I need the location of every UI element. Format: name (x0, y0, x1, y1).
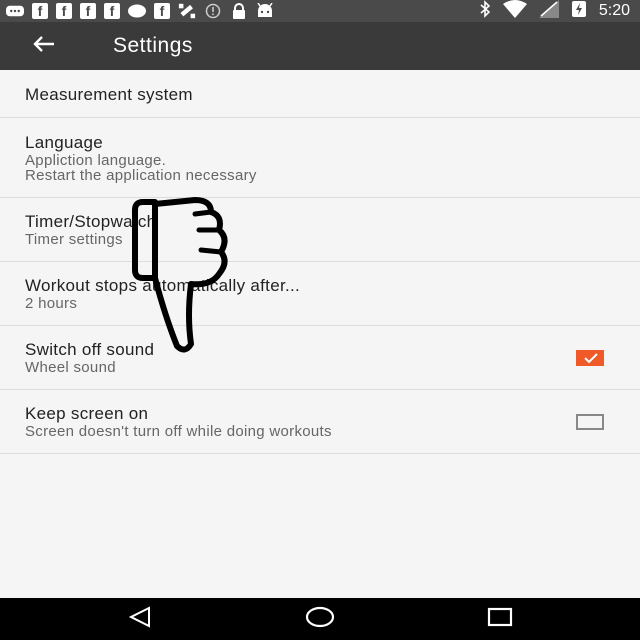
settings-item-title: Workout stops automatically after... (25, 276, 301, 295)
settings-item-subtitle: 2 hours (25, 295, 78, 312)
facebook-icon: f (104, 3, 120, 19)
wifi-icon (502, 0, 527, 23)
nav-recents-button[interactable] (480, 606, 520, 632)
circle-icon (204, 3, 222, 19)
android-icon (256, 3, 274, 19)
signal-icon (538, 0, 559, 23)
settings-item-title: Switch off sound (25, 340, 155, 359)
square-recents-icon (487, 607, 513, 632)
settings-list: Measurement system Language Appliction l… (0, 70, 640, 454)
settings-item-subtitle: Restart the application necessary (25, 167, 257, 184)
settings-item-subtitle: Appliction language. (25, 152, 167, 169)
page-title: Settings (113, 34, 193, 57)
lock-icon (230, 3, 248, 19)
circle-home-icon (305, 606, 335, 633)
settings-item-subtitle: Timer settings (25, 231, 123, 248)
nav-home-button[interactable] (300, 606, 340, 632)
settings-item-subtitle: Screen doesn't turn off while doing work… (25, 423, 332, 440)
thumbs-down-icon (125, 196, 235, 361)
toolbar: Settings (0, 22, 640, 70)
status-bar: f f f f f 5:20 (0, 0, 640, 22)
facebook-icon: f (80, 3, 96, 19)
facebook-icon: f (56, 3, 72, 19)
keep-screen-on-checkbox[interactable] (576, 414, 604, 430)
switch-off-sound-checkbox[interactable] (576, 350, 604, 366)
settings-item-title: Keep screen on (25, 404, 149, 423)
settings-item-subtitle: Wheel sound (25, 359, 116, 376)
circle-icon (128, 3, 146, 19)
settings-item-language[interactable]: Language Appliction language. Restart th… (0, 118, 640, 198)
arrow-left-icon (32, 35, 56, 58)
satellite-icon (178, 3, 196, 19)
settings-item-workout-auto-stop[interactable]: Workout stops automatically after... 2 h… (0, 262, 640, 326)
settings-item-title: Language (25, 133, 104, 152)
clock: 5:20 (598, 2, 630, 19)
facebook-icon: f (154, 3, 170, 19)
facebook-icon: f (32, 3, 48, 19)
bluetooth-icon (479, 0, 491, 23)
navigation-bar (0, 598, 640, 640)
nav-back-button[interactable] (120, 605, 160, 633)
settings-item-timer-stopwatch[interactable]: Timer/Stopwatch Timer settings (0, 198, 640, 262)
settings-item-measurement-system[interactable]: Measurement system (0, 70, 640, 118)
triangle-back-icon (128, 605, 152, 633)
back-button[interactable] (22, 30, 66, 62)
chat-icon (6, 3, 24, 19)
settings-item-switch-off-sound[interactable]: Switch off sound Wheel sound (0, 326, 640, 390)
settings-item-keep-screen-on[interactable]: Keep screen on Screen doesn't turn off w… (0, 390, 640, 454)
settings-item-title: Measurement system (25, 85, 193, 104)
battery-icon (571, 0, 587, 23)
checkmark-icon (584, 353, 598, 363)
settings-item-title: Timer/Stopwatch (25, 212, 157, 231)
